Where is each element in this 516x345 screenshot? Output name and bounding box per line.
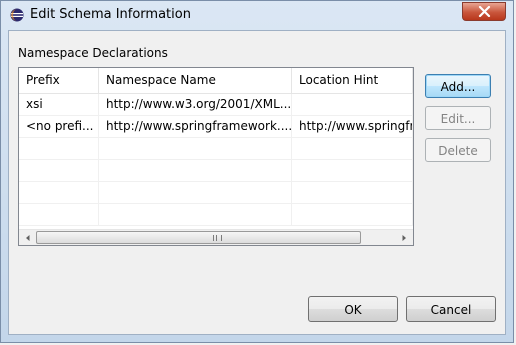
scroll-right-button[interactable] [396, 230, 412, 245]
cell-namespace-name [99, 138, 292, 159]
edit-button[interactable]: Edit... [425, 106, 491, 130]
triangle-left-icon [26, 235, 30, 241]
cell-location-hint: http://www.springfra [292, 116, 413, 137]
horizontal-scrollbar[interactable] [19, 229, 413, 245]
table-header: Prefix Namespace Name Location Hint [19, 68, 413, 94]
cell-prefix: <no prefi... [19, 116, 99, 137]
cancel-button[interactable]: Cancel [406, 296, 496, 322]
cell-prefix: xsi [19, 94, 99, 115]
eclipse-app-icon [10, 8, 24, 22]
close-icon [478, 6, 491, 17]
cell-prefix [19, 138, 99, 159]
cell-location-hint [292, 94, 413, 115]
cell-prefix [19, 204, 99, 225]
namespace-declarations-label: Namespace Declarations [18, 46, 168, 60]
table-row [19, 182, 413, 204]
add-button[interactable]: Add... [425, 74, 491, 98]
triangle-right-icon [402, 235, 406, 241]
cell-location-hint [292, 182, 413, 203]
cell-namespace-name: http://www.w3.org/2001/XML... [99, 94, 292, 115]
table-row [19, 160, 413, 182]
cell-location-hint [292, 160, 413, 181]
dialog-title: Edit Schema Information [30, 7, 191, 22]
table-row[interactable]: <no prefi... http://www.springframework.… [19, 116, 413, 138]
cell-namespace-name [99, 204, 292, 225]
title-bar[interactable]: Edit Schema Information [1, 1, 515, 29]
cell-namespace-name [99, 160, 292, 181]
cell-namespace-name [99, 182, 292, 203]
cell-location-hint [292, 204, 413, 225]
table-row [19, 138, 413, 160]
column-header-prefix[interactable]: Prefix [19, 68, 99, 93]
ok-button[interactable]: OK [308, 296, 398, 322]
grip-icon [213, 235, 222, 241]
scrollbar-thumb[interactable] [36, 231, 361, 244]
close-button[interactable] [462, 2, 506, 21]
table-row [19, 204, 413, 226]
cell-prefix [19, 160, 99, 181]
table-row[interactable]: xsi http://www.w3.org/2001/XML... [19, 94, 413, 116]
scroll-left-button[interactable] [20, 230, 36, 245]
column-header-namespace-name[interactable]: Namespace Name [99, 68, 292, 93]
cell-namespace-name: http://www.springframework.... [99, 116, 292, 137]
cell-prefix [19, 182, 99, 203]
column-header-location-hint[interactable]: Location Hint [292, 68, 413, 93]
namespace-table[interactable]: Prefix Namespace Name Location Hint xsi … [18, 67, 414, 246]
delete-button[interactable]: Delete [425, 138, 491, 162]
cell-location-hint [292, 138, 413, 159]
